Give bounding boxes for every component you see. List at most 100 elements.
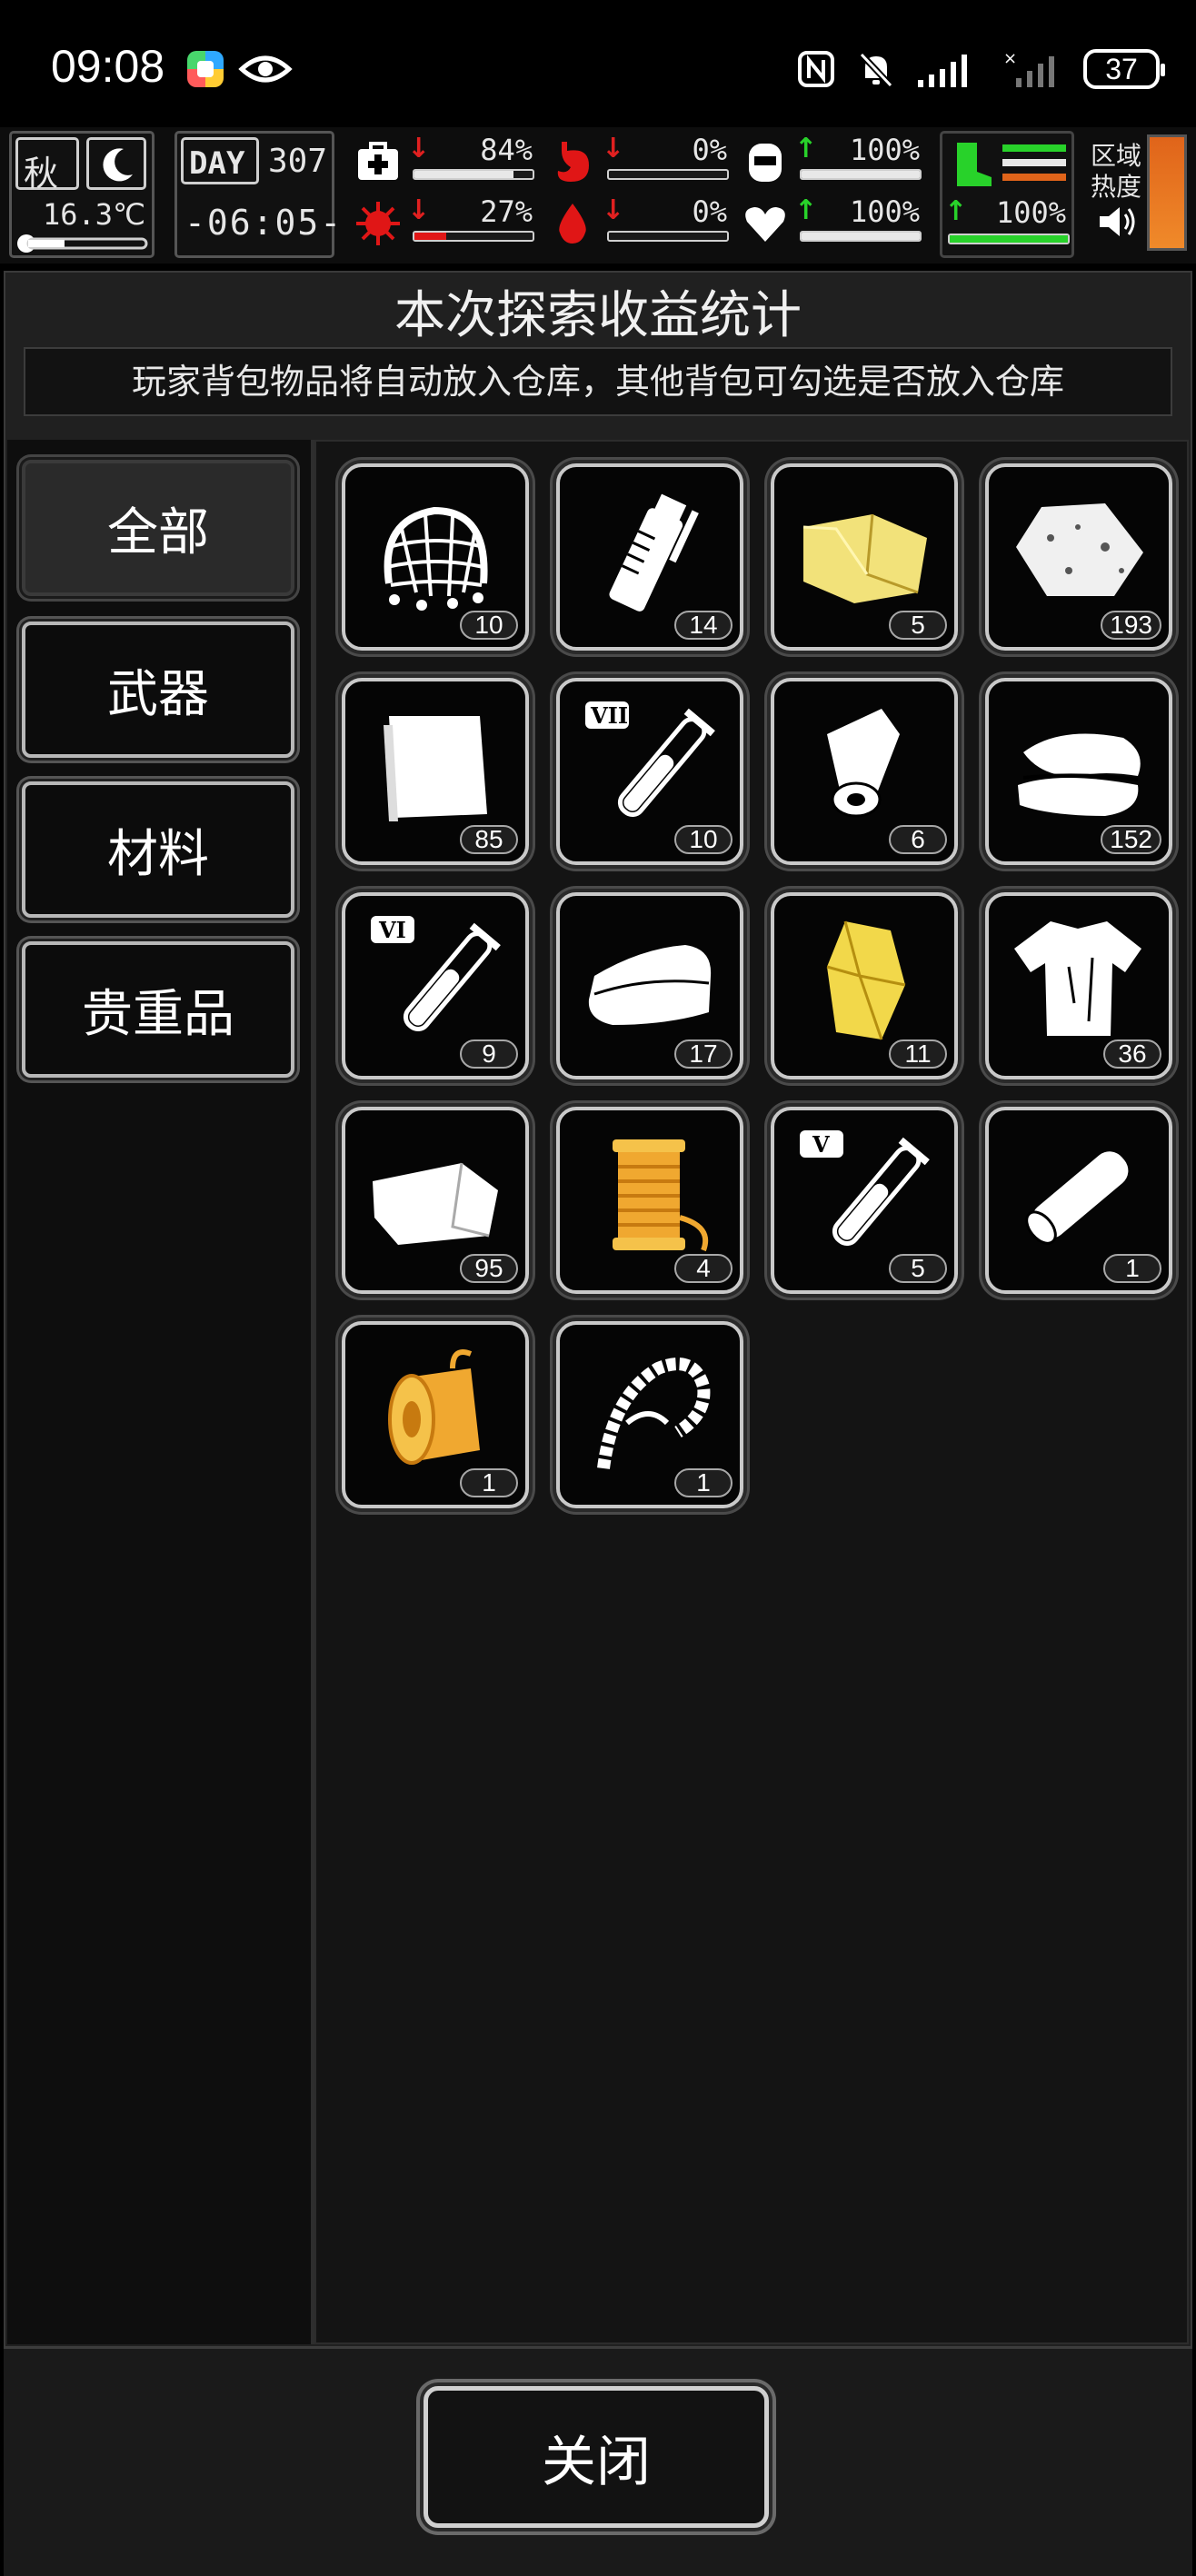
loot-item[interactable]: V 5 [771, 1107, 958, 1294]
stamina-bar-fill [950, 235, 1068, 243]
loot-grid: 10 14 5 193 85 VII 10 6 152 VI 9 17 11 3… [314, 440, 1189, 2344]
loot-item[interactable]: 11 [771, 892, 958, 1079]
item-count: 10 [460, 611, 518, 640]
test-tube-vi-icon: VI [371, 916, 501, 1032]
item-count: 5 [889, 1254, 947, 1283]
svg-text:×: × [1003, 49, 1017, 68]
stamina-panel: ↑ 100% [940, 131, 1074, 258]
bleeding-bar [607, 231, 729, 242]
infection-value: 27% [480, 194, 533, 229]
speaker-icon[interactable] [1096, 202, 1136, 242]
hunger-bar [607, 169, 729, 180]
item-count: 6 [889, 825, 947, 854]
battery-icon: 37 [1083, 49, 1165, 89]
medkit-icon [358, 142, 398, 180]
bleeding-value: 0% [692, 194, 727, 229]
loot-item[interactable]: 4 [556, 1107, 743, 1294]
loot-item[interactable]: 1 [556, 1321, 743, 1508]
mood-value: 100% [849, 194, 920, 229]
season-label: 秋 [24, 154, 59, 194]
weather-panel[interactable]: 秋 16.3℃ [9, 131, 154, 258]
item-count: 9 [460, 1039, 518, 1069]
infection-bar-fill [414, 233, 447, 240]
health-bar-fill [414, 171, 514, 178]
thermometer-icon [17, 234, 148, 253]
item-count: 152 [1101, 825, 1161, 854]
health-value: 84% [480, 133, 533, 167]
stomach-icon [557, 142, 589, 182]
test-tube-v-icon: V [800, 1130, 930, 1247]
hunger-value: 0% [692, 133, 727, 167]
fabric-roll-icon [588, 945, 712, 1025]
day-clock-panel: DAY 307 -06:05- [174, 131, 341, 258]
loot-item[interactable]: 36 [985, 892, 1172, 1079]
svg-text:VII: VII [590, 702, 628, 729]
blood-drop-icon [559, 204, 586, 244]
item-count: 193 [1101, 611, 1161, 640]
loot-item[interactable]: 1 [985, 1107, 1172, 1294]
health-bar [413, 169, 534, 180]
cloth-scrap-icon [373, 1162, 498, 1245]
item-count: 14 [674, 611, 733, 640]
signal-icon [918, 55, 967, 87]
loot-item[interactable]: 5 [771, 463, 958, 651]
rock-icon [1016, 503, 1143, 596]
loot-item[interactable]: 152 [985, 678, 1172, 865]
grenade-icon [609, 493, 699, 612]
item-count: 10 [674, 825, 733, 854]
heat-label: 热度 [1091, 172, 1142, 202]
net-icon [384, 506, 488, 611]
loot-item[interactable]: 14 [556, 463, 743, 651]
item-count: 85 [460, 825, 518, 854]
item-count: 17 [674, 1039, 733, 1069]
item-count: 1 [674, 1468, 733, 1497]
tab-weapons[interactable]: 武器 [22, 622, 294, 758]
day-label: DAY [189, 145, 245, 182]
paper-stack-icon [384, 716, 487, 821]
stamina-value: 100% [995, 195, 1066, 230]
loot-item[interactable]: 1 [342, 1321, 529, 1508]
loot-item[interactable]: VII 10 [556, 678, 743, 865]
category-sidebar: 全部 武器 材料 贵重品 [7, 440, 314, 2344]
loot-item[interactable]: 85 [342, 678, 529, 865]
no-signal-icon: × [1003, 49, 1054, 87]
svg-text:V: V [812, 1131, 830, 1158]
folded-cloth-icon [1018, 733, 1141, 816]
storage-notice: 玩家背包物品将自动放入仓库，其他背包可勾选是否放入仓库 [24, 347, 1172, 416]
item-count: 4 [674, 1254, 733, 1283]
mood-bar [800, 231, 922, 242]
battery-level: 37 [1105, 52, 1138, 85]
status-time: 09:08 [51, 41, 165, 92]
close-button[interactable]: 关闭 [424, 2386, 769, 2528]
boot-icon [957, 143, 992, 186]
thirst-bar [800, 169, 922, 180]
item-count: 95 [460, 1254, 518, 1283]
thirst-value: 100% [849, 133, 920, 167]
gold-spool-icon [388, 1349, 480, 1465]
moon-icon [86, 137, 146, 190]
item-count: 36 [1103, 1039, 1161, 1069]
bone-whip-icon [597, 1358, 711, 1469]
loot-item[interactable]: 6 [771, 678, 958, 865]
thirst-bar-fill [802, 171, 920, 178]
loot-item[interactable]: VI 9 [342, 892, 529, 1079]
torn-shirt-icon [1014, 921, 1141, 1036]
water-tank-icon [749, 144, 782, 182]
tab-materials[interactable]: 材料 [22, 781, 294, 918]
infection-bar [413, 231, 534, 242]
temperature-readout: 16.3℃ [43, 197, 145, 232]
heart-icon [745, 207, 785, 242]
color-app-icon [187, 51, 224, 87]
thread-spool-icon [613, 1139, 709, 1252]
tab-valuables[interactable]: 贵重品 [22, 941, 294, 1078]
loot-item[interactable]: 10 [342, 463, 529, 651]
eye-icon [238, 55, 293, 83]
gold-crystal-icon [826, 920, 906, 1040]
loot-item[interactable]: 95 [342, 1107, 529, 1294]
loot-item[interactable]: 193 [985, 463, 1172, 651]
roll-icon [827, 709, 900, 818]
loot-item[interactable]: 17 [556, 892, 743, 1079]
day-number: 307 [268, 143, 328, 180]
nfc-icon [798, 51, 834, 87]
tab-all[interactable]: 全部 [22, 460, 294, 596]
